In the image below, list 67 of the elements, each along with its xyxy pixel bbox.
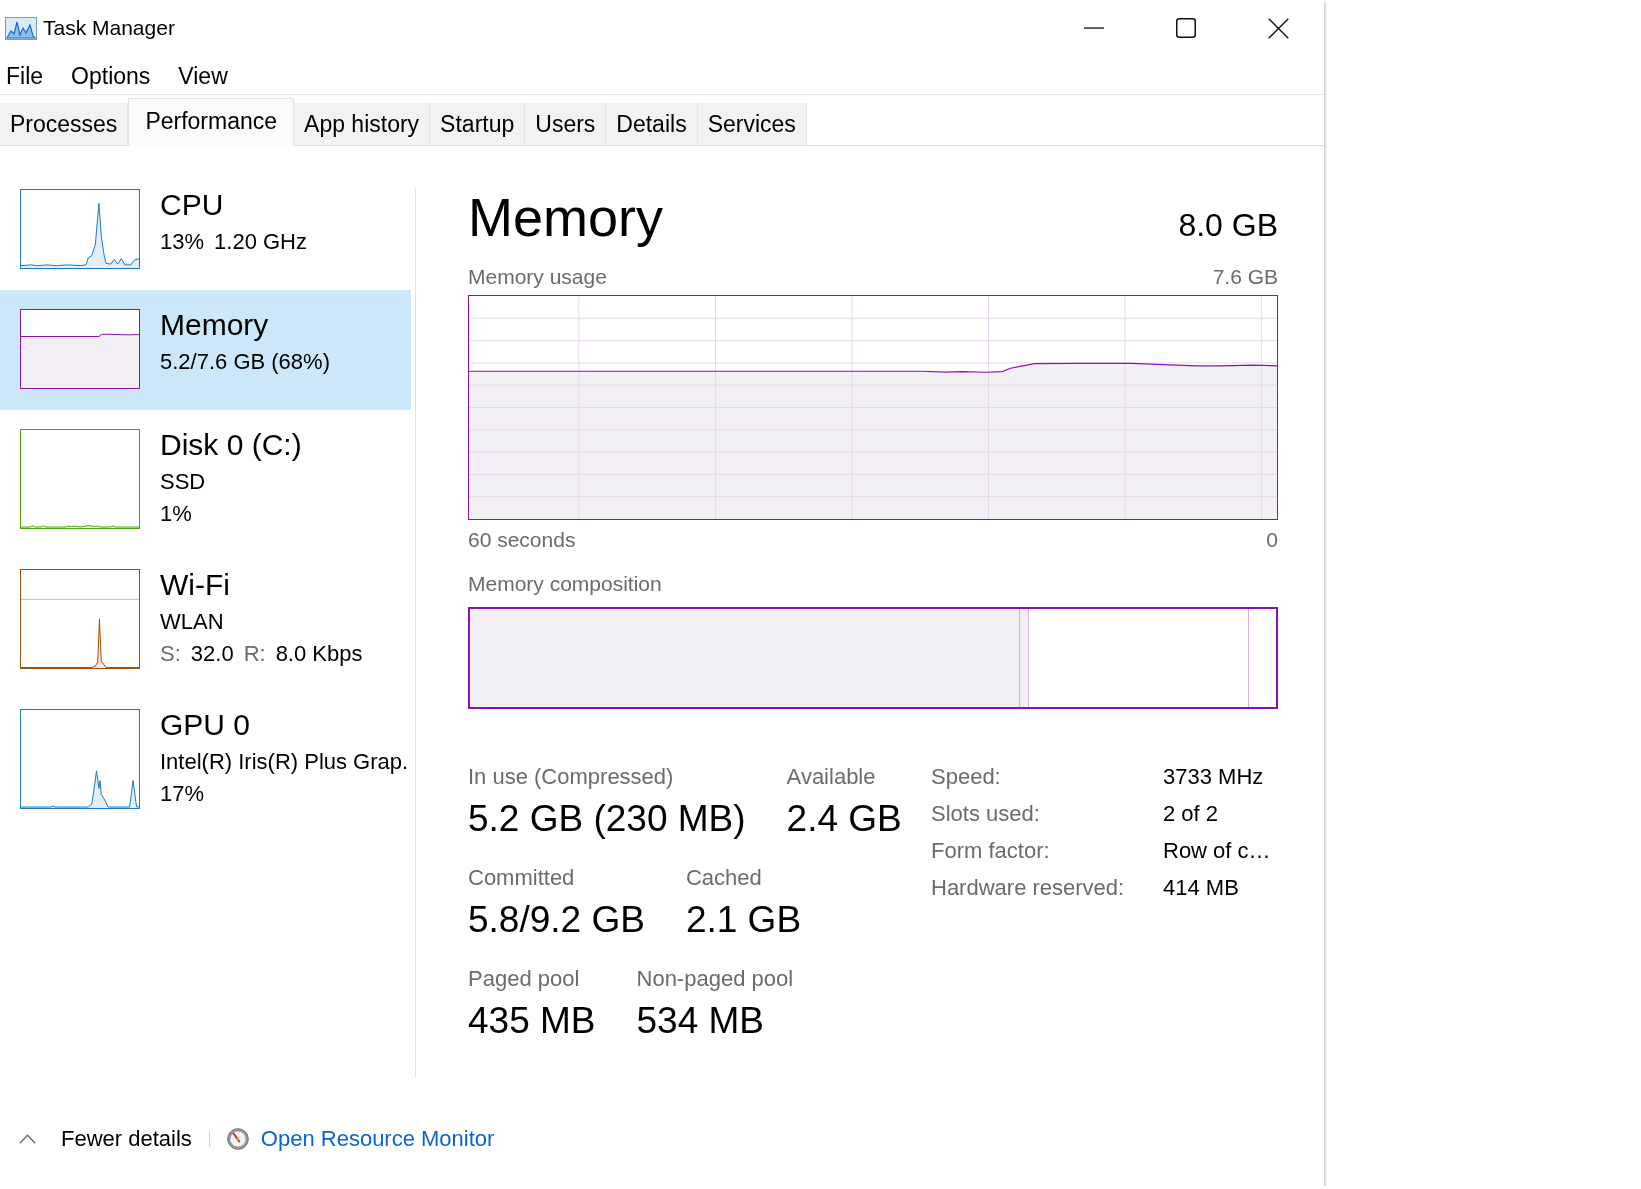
property-label: Slots used: bbox=[931, 801, 1040, 827]
property-label: Speed: bbox=[931, 764, 1001, 790]
tab[interactable]: Performance bbox=[128, 98, 295, 146]
sidebar-item[interactable]: CPU 13% 1.20 GHz bbox=[0, 170, 411, 290]
time-span-label: 60 seconds bbox=[468, 527, 576, 552]
property-label: Form factor: bbox=[931, 838, 1050, 864]
detail-value: 8.0 Kbps bbox=[275, 640, 363, 668]
gauge-icon bbox=[226, 1128, 249, 1150]
detail-value: 13% bbox=[160, 228, 205, 256]
detail-label: R: bbox=[243, 640, 266, 668]
sidebar-item-title: CPU bbox=[160, 187, 225, 223]
sidebar-item-title: GPU 0 bbox=[160, 707, 252, 743]
sidebar-item-title: Memory bbox=[160, 307, 270, 343]
caret-icon bbox=[19, 1134, 36, 1144]
stat-value: 435 MB bbox=[468, 999, 596, 1043]
detail-label: S: bbox=[160, 640, 181, 668]
sidebar-item[interactable]: Disk 0 (C:) SSD 1% bbox=[0, 410, 411, 550]
detail-value: 1% bbox=[160, 500, 192, 528]
stat-label: In use (Compressed) bbox=[468, 764, 674, 790]
menu-item[interactable]: Options bbox=[71, 63, 151, 90]
stat-value: 5.8/9.2 GB bbox=[468, 898, 645, 942]
property-value: 2 of 2 bbox=[1163, 801, 1219, 827]
graph-max-label: 7.6 GB bbox=[1212, 264, 1278, 289]
detail-value: SSD bbox=[160, 468, 206, 496]
property-value: 3733 MHz bbox=[1163, 764, 1264, 790]
tab[interactable]: Processes bbox=[0, 103, 129, 145]
detail-value: 1.20 GHz bbox=[214, 228, 307, 256]
fewer-details-button[interactable]: Fewer details bbox=[19, 1126, 192, 1152]
stat-label: Non-paged pool bbox=[636, 966, 794, 992]
detail-value: 17% bbox=[160, 780, 205, 808]
minimize-icon bbox=[1084, 27, 1104, 29]
total-capacity: 8.0 GB bbox=[1178, 209, 1278, 241]
detail-value: 32.0 bbox=[190, 640, 234, 668]
tab[interactable]: App history bbox=[294, 103, 431, 145]
tab[interactable]: Startup bbox=[430, 103, 526, 145]
stat-value: 5.2 GB (230 MB) bbox=[468, 797, 746, 841]
stat-label: Committed bbox=[468, 865, 575, 891]
sidebar-item[interactable]: Memory 5.2/7.6 GB (68%) bbox=[0, 290, 411, 410]
sidebar-item[interactable]: GPU 0 Intel(R) Iris(R) Plus Grap. 17% bbox=[0, 690, 411, 830]
tab[interactable]: Services bbox=[697, 103, 807, 145]
resource-monitor-link[interactable]: Open Resource Monitor bbox=[226, 1126, 495, 1152]
chart-icon bbox=[5, 16, 37, 40]
menu-item[interactable]: File bbox=[6, 63, 44, 90]
stat-value: 2.4 GB bbox=[786, 797, 902, 841]
detail-value: WLAN bbox=[160, 608, 224, 636]
stat-value: 2.1 GB bbox=[685, 898, 802, 942]
menu-item[interactable]: View bbox=[178, 63, 228, 90]
sidebar-item-title: Wi-Fi bbox=[160, 567, 231, 603]
stat-label: Paged pool bbox=[468, 966, 580, 992]
property-value: 414 MB bbox=[1163, 875, 1239, 901]
tab[interactable]: Details bbox=[606, 103, 698, 145]
sidebar-item-title: Disk 0 (C:) bbox=[160, 427, 302, 463]
detail-value: Intel(R) Iris(R) Plus Grap. bbox=[160, 748, 409, 776]
tab[interactable]: Users bbox=[525, 103, 607, 145]
property-label: Hardware reserved: bbox=[931, 875, 1125, 901]
graph-label: Memory usage bbox=[468, 264, 607, 289]
maximize-icon bbox=[1176, 18, 1196, 38]
window-title: Task Manager bbox=[43, 16, 175, 40]
composition-label: Memory composition bbox=[468, 571, 662, 596]
sidebar-item[interactable]: Wi-Fi WLAN S: 32.0 R: 8.0 Kbps bbox=[0, 550, 411, 690]
time-end-label: 0 bbox=[1266, 527, 1278, 552]
property-value: Row of c… bbox=[1163, 838, 1271, 864]
stat-label: Cached bbox=[685, 865, 762, 891]
detail-value: 5.2/7.6 GB (68%) bbox=[160, 348, 330, 376]
stat-value: 534 MB bbox=[636, 999, 765, 1043]
stat-label: Available bbox=[786, 764, 876, 790]
close-icon bbox=[1267, 17, 1289, 39]
